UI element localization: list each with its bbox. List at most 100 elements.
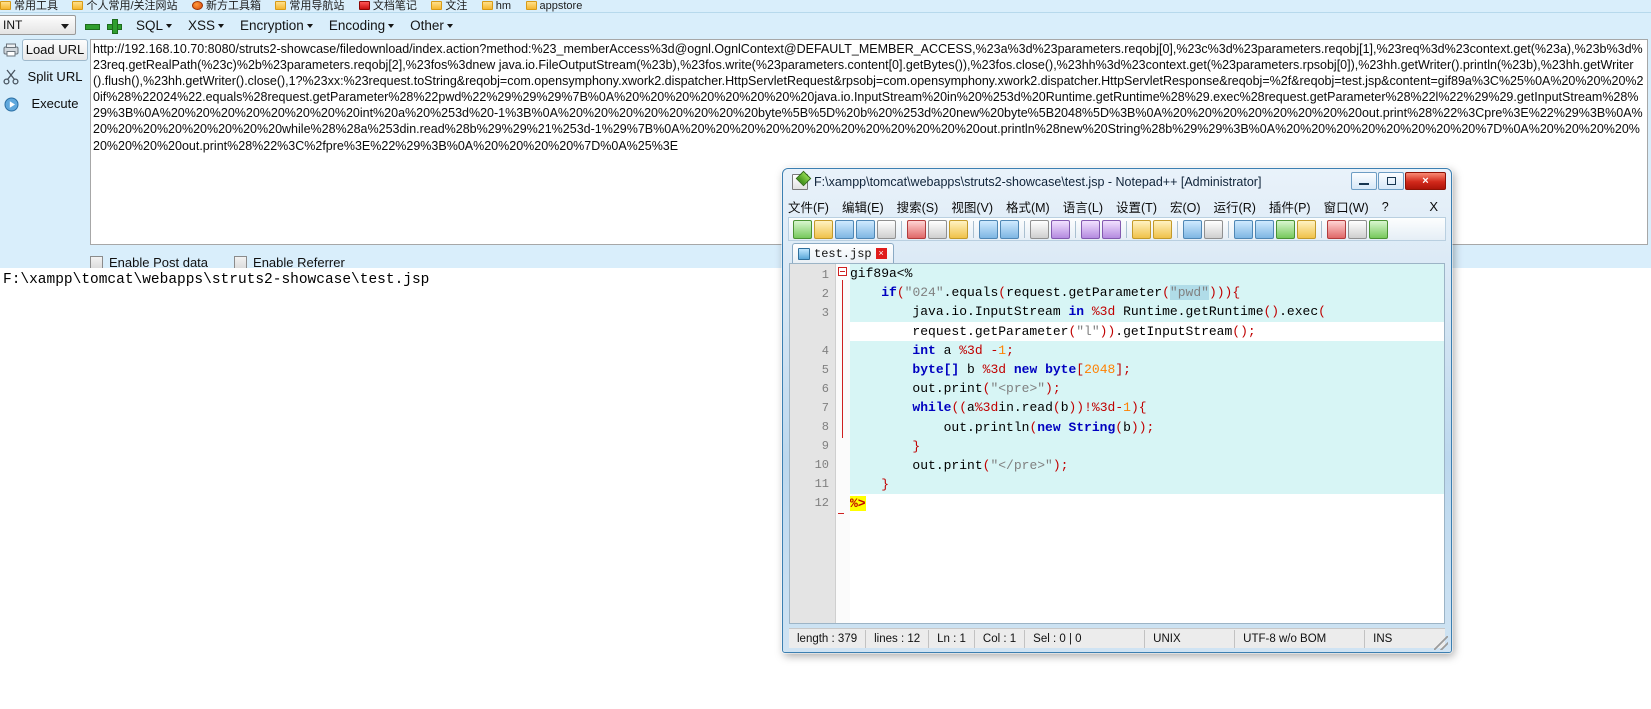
word-wrap-icon[interactable] [1183,219,1202,239]
line-number: 2 [821,287,829,301]
bookmark-item[interactable]: 常用导航站 [275,0,344,12]
sync-scroll-h-icon[interactable] [1153,219,1172,239]
tab-test-jsp[interactable]: test.jsp × [792,243,894,263]
menu-sql[interactable]: SQL [136,18,173,33]
menu-format[interactable]: 格式(M) [1006,197,1050,216]
record-macro-icon[interactable] [1327,219,1346,239]
folder-icon [72,1,84,10]
menu-bar: 文件(F) 编辑(E) 搜索(S) 视图(V) 格式(M) 语言(L) 设置(T… [788,197,1446,216]
minus-icon[interactable] [85,19,100,32]
bookmark-item[interactable]: 新方工具箱 [191,0,261,12]
code-folding-column[interactable] [836,264,850,623]
function-list-icon[interactable] [1297,219,1316,239]
menu-view[interactable]: 视图(V) [951,197,993,216]
minimize-button[interactable] [1351,172,1377,190]
status-length: length : 379 [789,629,867,648]
bookmark-item[interactable]: appstore [525,0,583,12]
bookmark-item[interactable]: 个人常用/关注网站 [72,0,178,12]
resize-grip[interactable] [1434,636,1448,650]
close-document-button[interactable]: X [1429,199,1438,214]
menu-run[interactable]: 运行(R) [1214,197,1256,216]
play-macro-icon[interactable] [1369,219,1388,239]
document-map-icon[interactable] [1276,219,1295,239]
plus-icon[interactable] [107,18,122,34]
status-ln: Ln : 1 [929,629,975,648]
replace-icon[interactable] [1051,219,1070,239]
line-number: 11 [814,477,829,491]
new-file-icon[interactable] [793,219,812,239]
code-line: while((a%3din.read(b))!%3d-1){ [850,398,1444,418]
zoom-out-icon[interactable] [1102,219,1121,239]
code-line: out.print("</pre>"); [850,456,1444,476]
toolbar-separator [1321,220,1322,238]
toolbar-separator [1126,220,1127,238]
bookmark-label: hm [495,0,512,12]
folder-icon [481,1,493,10]
fold-collapse-icon[interactable] [838,267,847,276]
code-line: request.getParameter("l")).getInputStrea… [850,323,1256,339]
maximize-button[interactable] [1378,172,1404,190]
menu-edit[interactable]: 编辑(E) [842,197,884,216]
bookmark-label: appstore [539,0,583,12]
bookmark-item[interactable]: hm [481,0,512,12]
response-text: F:\xampp\tomcat\webapps\struts2-showcase… [3,272,430,288]
user-defined-dialog-icon[interactable] [1255,219,1274,239]
menu-macro[interactable]: 宏(O) [1170,197,1201,216]
undo-icon[interactable] [979,219,998,239]
zoom-in-icon[interactable] [1081,219,1100,239]
menu-xss[interactable]: XSS [188,18,225,33]
paste-icon[interactable] [949,219,968,239]
stop-macro-icon[interactable] [1348,219,1367,239]
load-url-button[interactable]: Load URL [0,39,88,61]
folder-icon [431,1,443,10]
code-line: out.println(new String(b)); [850,417,1444,437]
window-title: F:\xampp\tomcat\webapps\struts2-showcase… [814,175,1262,189]
open-file-icon[interactable] [814,219,833,239]
code-content[interactable]: gif89a<% if("024".equals(request.getPara… [850,264,1444,623]
toolbar-separator [1228,220,1229,238]
bookmark-item[interactable]: 文注 [431,0,467,12]
execute-button[interactable]: Execute [0,93,88,115]
find-icon[interactable] [1030,219,1049,239]
mode-select[interactable]: INT [0,15,76,35]
title-bar[interactable]: F:\xampp\tomcat\webapps\struts2-showcase… [783,169,1451,195]
menu-help[interactable]: ? [1382,200,1389,214]
menu-language[interactable]: 语言(L) [1063,197,1103,216]
code-line: %> [850,496,866,512]
copy-icon[interactable] [928,219,947,239]
menu-encryption[interactable]: Encryption [240,18,313,33]
split-url-button[interactable]: Split URL [0,66,88,88]
line-number: 5 [821,363,829,377]
hackbar-toolbar: INT SQL XSS Encryption Encoding Other [0,13,1651,37]
line-number: 4 [821,344,829,358]
status-sel: Sel : 0 | 0 [1025,629,1146,648]
code-editor[interactable]: 1 2 3 4 5 6 7 8 9 10 11 12 gif89a<% if("… [789,263,1445,624]
menu-file[interactable]: 文件(F) [788,197,829,216]
close-button[interactable]: × [1405,172,1446,190]
cut-icon[interactable] [907,219,926,239]
redo-icon[interactable] [1000,219,1019,239]
save-icon[interactable] [835,219,854,239]
sync-scroll-v-icon[interactable] [1132,219,1151,239]
load-url-icon [2,41,20,59]
bookmark-item[interactable]: 常用工具 [0,0,58,12]
close-icon[interactable]: × [875,248,887,259]
print-icon[interactable] [877,219,896,239]
show-all-chars-icon[interactable] [1204,219,1223,239]
indent-guide-icon[interactable] [1234,219,1253,239]
menu-other[interactable]: Other [410,18,453,33]
save-all-icon[interactable] [856,219,875,239]
orange-ball-icon [191,1,203,10]
notepad-plus-plus-window[interactable]: F:\xampp\tomcat\webapps\struts2-showcase… [782,168,1452,653]
menu-window[interactable]: 窗口(W) [1324,197,1369,216]
menu-encoding[interactable]: Encoding [329,18,395,33]
line-number-gutter: 1 2 3 4 5 6 7 8 9 10 11 12 [790,264,836,623]
menu-search[interactable]: 搜索(S) [897,197,939,216]
menu-settings[interactable]: 设置(T) [1116,197,1157,216]
line-number: 9 [821,439,829,453]
chevron-down-icon [166,23,173,28]
chevron-down-icon [388,23,395,28]
bookmark-label: 文注 [445,0,468,12]
bookmark-item[interactable]: 文档笔记 [358,0,417,12]
menu-plugins[interactable]: 插件(P) [1269,197,1311,216]
